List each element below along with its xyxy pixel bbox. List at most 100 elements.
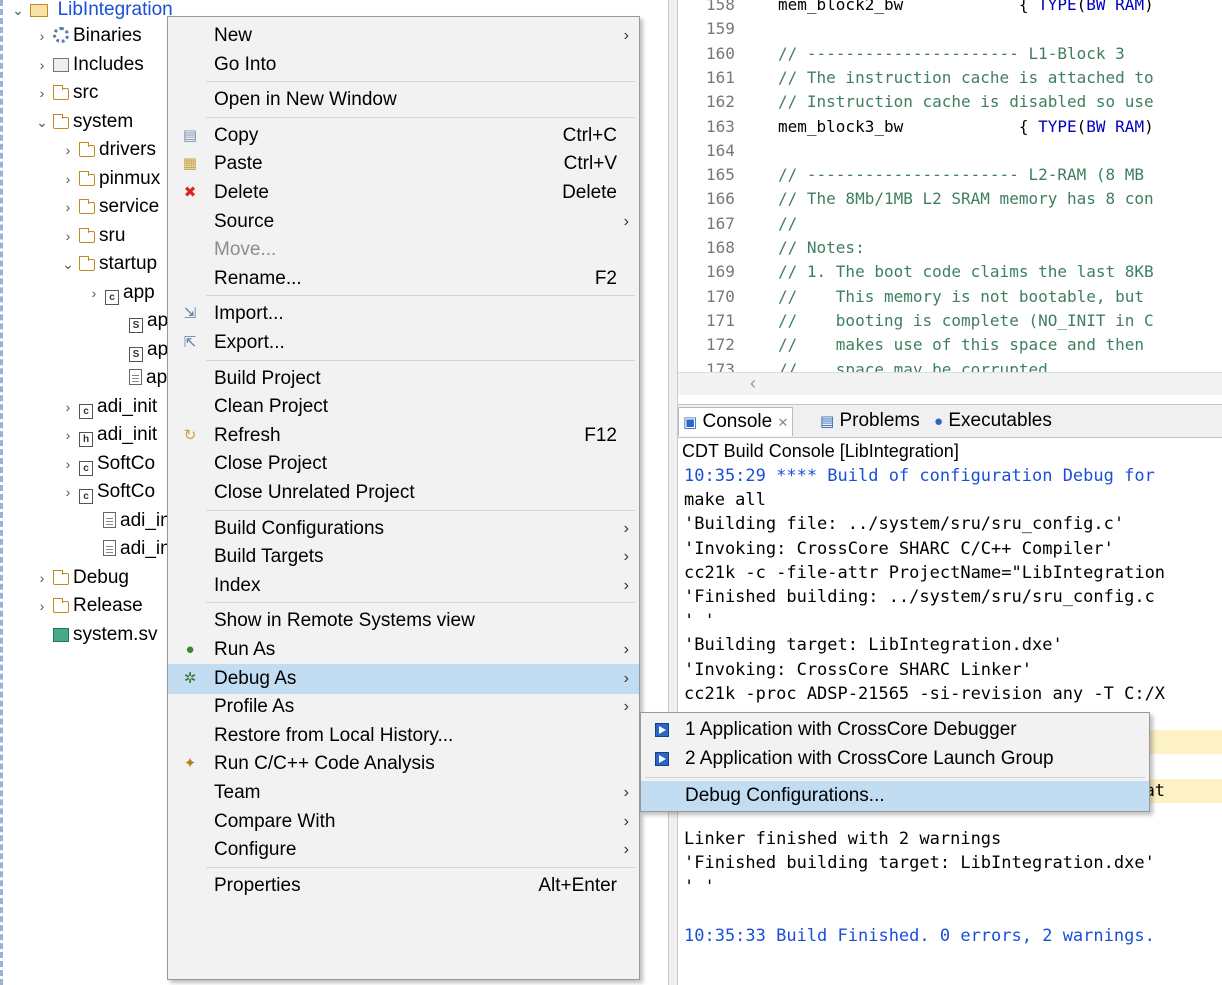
- line-number: 165: [706, 165, 735, 185]
- tree-item[interactable]: › h adi_init: [63, 421, 157, 449]
- tree-item[interactable]: › pinmux: [61, 165, 161, 193]
- menu-item-profile-as[interactable]: Profile As ›: [168, 692, 639, 722]
- menu-item-build-configurations[interactable]: Build Configurations ›: [168, 514, 639, 544]
- tree-item[interactable]: system.sv: [37, 621, 157, 649]
- delete-icon: ✖: [183, 184, 197, 201]
- tree-item[interactable]: › Debug: [37, 564, 129, 592]
- menu-item-run-c-c-code-analysis[interactable]: ✦ Run C/C++ Code Analysis: [168, 749, 639, 779]
- menu-item-debug-as[interactable]: ✲ Debug As ›: [168, 663, 639, 694]
- tree-item[interactable]: › src: [35, 79, 99, 107]
- expand-chevron-icon[interactable]: ›: [61, 393, 75, 421]
- menu-item-show-in-remote-systems-view[interactable]: Show in Remote Systems view: [168, 606, 639, 636]
- menu-item-configure[interactable]: Configure ›: [168, 835, 639, 865]
- tree-item[interactable]: ⌄ startup: [61, 250, 157, 278]
- problems-icon: ▤: [820, 413, 835, 430]
- s-file-icon: S: [129, 346, 143, 362]
- menu-item-clean-project[interactable]: Clean Project: [168, 392, 639, 422]
- expand-chevron-icon[interactable]: ›: [35, 22, 49, 50]
- expand-chevron-icon[interactable]: ›: [61, 165, 75, 193]
- tab-executables-label: Executables: [948, 410, 1052, 431]
- tree-root-row[interactable]: ⌄ LibIntegration: [11, 0, 173, 24]
- console-line: ' ': [684, 877, 715, 898]
- tree-item[interactable]: › c SoftCo: [63, 478, 155, 506]
- tree-item[interactable]: › c app: [89, 279, 155, 307]
- menu-item-open-in-new-window[interactable]: Open in New Window: [168, 85, 639, 115]
- menu-item-build-targets[interactable]: Build Targets ›: [168, 542, 639, 572]
- tree-item[interactable]: › Release: [37, 592, 143, 620]
- menu-item-label: Build Targets: [214, 546, 324, 568]
- editor-horizontal-scrollbar[interactable]: ‹: [678, 372, 1222, 395]
- tree-item[interactable]: › service: [61, 193, 160, 221]
- menu-item-build-project[interactable]: Build Project: [168, 364, 639, 394]
- tree-item[interactable]: › c adi_init: [63, 393, 157, 421]
- menu-item-new[interactable]: New ›: [168, 21, 639, 51]
- tab-executables[interactable]: ● Executables: [934, 407, 1052, 435]
- console-line: 10:35:33 Build Finished. 0 errors, 2 war…: [684, 925, 1155, 946]
- menu-item-export[interactable]: ⇱ Export...: [168, 328, 639, 358]
- expand-chevron-icon[interactable]: ›: [61, 193, 75, 221]
- menu-item-label: Copy: [214, 124, 259, 146]
- menu-item-paste[interactable]: ▦ Paste Ctrl+V: [168, 149, 639, 179]
- expand-chevron-icon[interactable]: ›: [35, 564, 49, 592]
- svc-file-icon: [53, 627, 69, 642]
- tree-item[interactable]: › Includes: [37, 51, 144, 79]
- console-line: 'Invoking: CrossCore SHARC C/C++ Compile…: [684, 538, 1114, 559]
- line-number: 163: [706, 116, 735, 136]
- submenu-arrow-icon: ›: [623, 641, 629, 658]
- tab-console[interactable]: ▣ Console ✕: [678, 407, 794, 436]
- close-icon[interactable]: ✕: [777, 415, 788, 430]
- menu-item-restore-from-local-history[interactable]: Restore from Local History...: [168, 721, 639, 751]
- menu-item-close-unrelated-project[interactable]: Close Unrelated Project: [168, 478, 639, 508]
- scroll-left-icon[interactable]: ‹: [750, 373, 756, 394]
- menu-separator: [645, 777, 1145, 778]
- collapse-chevron-icon[interactable]: ⌄: [61, 250, 75, 278]
- expand-chevron-icon[interactable]: ›: [35, 592, 49, 620]
- menu-item-compare-with[interactable]: Compare With ›: [168, 807, 639, 837]
- menu-item-team[interactable]: Team ›: [168, 778, 639, 808]
- line-number: 160: [706, 43, 735, 63]
- export-icon: ⇱: [183, 334, 197, 351]
- expand-chevron-icon[interactable]: ›: [61, 450, 75, 478]
- menu-item-shortcut: Delete: [562, 182, 617, 203]
- collapse-chevron-icon[interactable]: ⌄: [35, 108, 49, 136]
- submenu-item-debug-configurations[interactable]: Debug Configurations...: [641, 781, 1149, 811]
- submenu-arrow-icon: ›: [623, 519, 629, 537]
- menu-item-close-project[interactable]: Close Project: [168, 449, 639, 479]
- menu-item-rename[interactable]: Rename... F2: [168, 264, 639, 294]
- expand-chevron-icon[interactable]: ›: [61, 478, 75, 506]
- console-line: 10:35:29 **** Build of configuration Deb…: [684, 466, 1155, 486]
- expand-chevron-icon[interactable]: ›: [61, 421, 75, 449]
- submenu-arrow-icon: ›: [623, 784, 629, 801]
- submenu-item-2-application-with-crosscore-launch-group[interactable]: 2 Application with CrossCore Launch Grou…: [641, 744, 1149, 774]
- expand-chevron-icon[interactable]: ›: [61, 136, 75, 164]
- console-icon: ▣: [683, 414, 698, 431]
- tree-item[interactable]: › c SoftCo: [63, 450, 155, 478]
- menu-item-label: Restore from Local History...: [214, 724, 454, 746]
- tab-problems[interactable]: ▤ Problems: [820, 407, 920, 435]
- menu-item-label: Build Project: [214, 367, 321, 389]
- menu-item-label: Clean Project: [214, 396, 329, 418]
- tree-item[interactable]: › Binaries: [37, 22, 142, 50]
- menu-item-source[interactable]: Source ›: [168, 207, 639, 237]
- expand-chevron-icon[interactable]: ›: [61, 222, 75, 250]
- tree-item[interactable]: ⌄ system: [35, 108, 133, 136]
- menu-item-go-into[interactable]: Go Into: [168, 50, 639, 80]
- menu-item-properties[interactable]: Properties Alt+Enter: [168, 871, 639, 901]
- collapse-chevron-icon[interactable]: ⌄: [11, 0, 25, 24]
- tree-item[interactable]: › sru: [61, 222, 126, 250]
- expand-chevron-icon[interactable]: ›: [35, 79, 49, 107]
- submenu-item-1-application-with-crosscore-debugger[interactable]: 1 Application with CrossCore Debugger: [641, 715, 1149, 745]
- expand-chevron-icon[interactable]: ›: [35, 51, 49, 79]
- menu-item-run-as[interactable]: ● Run As ›: [168, 635, 639, 665]
- menu-item-index[interactable]: Index ›: [168, 571, 639, 601]
- tree-item[interactable]: › drivers: [63, 136, 156, 164]
- menu-item-copy[interactable]: ▤ Copy Ctrl+C: [168, 121, 639, 151]
- expand-chevron-icon[interactable]: ›: [87, 279, 101, 307]
- view-splitter[interactable]: [668, 0, 678, 985]
- ldf-file-icon: [129, 369, 142, 385]
- menu-item-label: Source: [214, 210, 275, 232]
- menu-item-import[interactable]: ⇲ Import...: [168, 299, 639, 329]
- menu-item-delete[interactable]: ✖ Delete Delete: [168, 178, 639, 208]
- menu-item-refresh[interactable]: ↻ Refresh F12: [168, 421, 639, 451]
- code-editor[interactable]: 158 mem_block2_bw { TYPE(BW RAM) 159 160 // …: [678, 0, 1222, 373]
